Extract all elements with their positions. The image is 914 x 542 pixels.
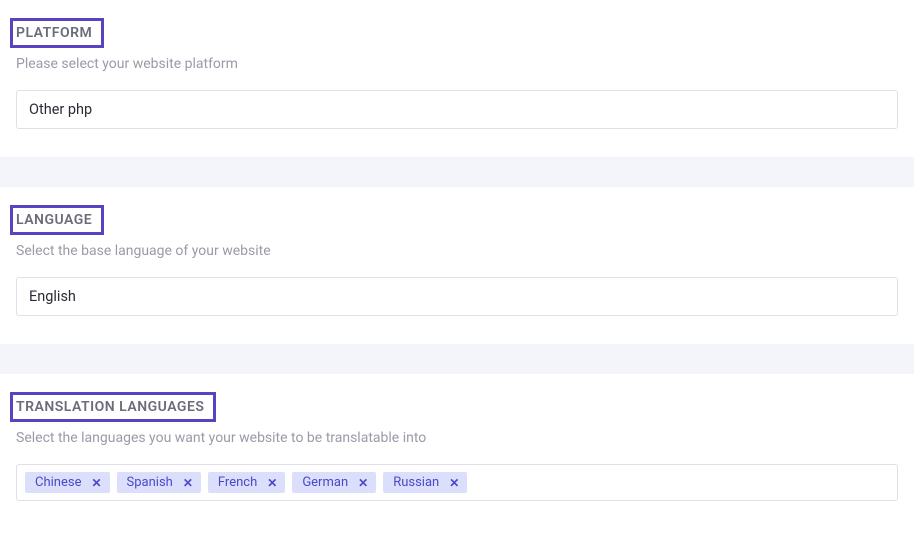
language-tag-label: French: [218, 475, 257, 490]
language-tag-label: Chinese: [35, 475, 81, 490]
close-icon[interactable]: ✕: [449, 477, 459, 489]
close-icon[interactable]: ✕: [267, 477, 277, 489]
translation-subtitle: Select the languages you want your websi…: [16, 430, 898, 446]
language-tag: Spanish ✕: [117, 472, 201, 493]
language-select[interactable]: English: [16, 277, 898, 316]
close-icon[interactable]: ✕: [91, 477, 101, 489]
language-tag: Chinese ✕: [25, 472, 110, 493]
platform-heading: PLATFORM: [10, 18, 104, 48]
platform-subtitle: Please select your website platform: [16, 56, 898, 72]
language-tag-label: Spanish: [127, 475, 173, 490]
section-divider: [0, 157, 914, 187]
language-tag-label: Russian: [393, 475, 439, 490]
language-tag: Russian ✕: [383, 472, 467, 493]
translation-section: TRANSLATION LANGUAGES Select the languag…: [0, 374, 914, 529]
language-subtitle: Select the base language of your website: [16, 243, 898, 259]
language-tag-label: German: [302, 475, 348, 490]
translation-heading: TRANSLATION LANGUAGES: [10, 392, 216, 422]
translation-tag-input[interactable]: Chinese ✕ Spanish ✕ French ✕ German ✕ Russian ✕: [16, 464, 898, 501]
close-icon[interactable]: ✕: [358, 477, 368, 489]
language-tag: French ✕: [208, 472, 285, 493]
platform-section: PLATFORM Please select your website plat…: [0, 0, 914, 157]
close-icon[interactable]: ✕: [183, 477, 193, 489]
language-section: LANGUAGE Select the base language of you…: [0, 187, 914, 344]
language-heading: LANGUAGE: [10, 205, 104, 235]
section-divider: [0, 344, 914, 374]
platform-select[interactable]: Other php: [16, 90, 898, 129]
language-tag: German ✕: [292, 472, 376, 493]
